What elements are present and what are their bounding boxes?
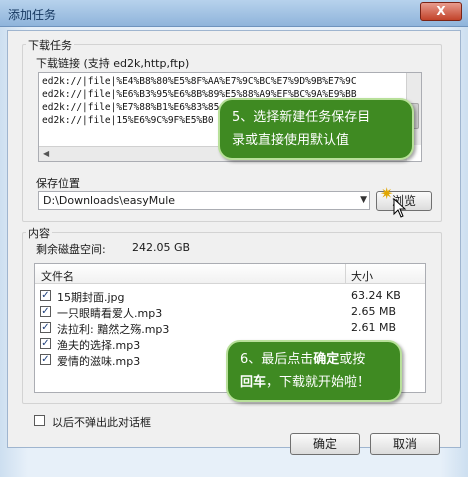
file-row[interactable]: ✓ 15期封面.jpg 63.24 KB [35,288,425,304]
file-checkbox[interactable]: ✓ [40,290,51,301]
mouse-cursor-icon [393,198,407,218]
save-path-combobox[interactable]: D:\Downloads\easyMule ▼ [38,191,370,210]
file-row[interactable]: ✓ 法拉利: 黯然之殇.mp3 2.61 MB [35,320,425,336]
free-space-label: 剩余磁盘空间: [34,241,108,257]
column-header-name[interactable]: 文件名 [41,268,74,284]
step6-bold-ok: 确定 [313,352,340,367]
file-checkbox[interactable]: ✓ [40,322,51,333]
title-bar: 添加任务 X [0,0,468,27]
step5-line1: 5、选择新建任务保存目 [232,110,371,125]
click-highlight-icon: ✷ [380,184,394,203]
file-checkbox[interactable]: ✓ [40,354,51,365]
file-checkbox[interactable]: ✓ [40,338,51,349]
column-divider[interactable] [345,264,346,284]
file-size: 2.61 MB [351,321,397,334]
dont-show-checkbox[interactable] [34,415,45,426]
step6-text-a: 6、最后点击 [240,352,314,367]
ok-button[interactable]: 确定 [290,433,360,455]
step6-annotation: 6、最后点击确定或按 回车，下载就开始啦！ [226,340,402,402]
dont-show-label[interactable]: 以后不弹出此对话框 [50,414,153,430]
file-size: 2.65 MB [351,305,397,318]
step6-line2: 回车，下载就开始啦！ [240,371,388,394]
step5-line2: 录或直接使用默认值 [232,133,350,148]
column-header-size[interactable]: 大小 [351,268,373,284]
step5-annotation: 5、选择新建任务保存目 录或直接使用默认值 [218,98,414,160]
url-label: 下载链接 (支持 ed2k,http,ftp) [34,55,192,71]
file-name: 渔夫的选择.mp3 [57,339,141,352]
file-checkbox[interactable]: ✓ [40,306,51,317]
save-path-value: D:\Downloads\easyMule [43,194,176,207]
chevron-down-icon[interactable]: ▼ [360,192,367,209]
file-list-header: 文件名 大小 [35,264,425,284]
cancel-button[interactable]: 取消 [370,433,440,455]
file-name: 法拉利: 黯然之殇.mp3 [57,323,170,336]
file-name: 爱情的滋味.mp3 [57,355,141,368]
step6-text-b: 或按 [339,352,366,367]
step6-bold-enter: 回车 [240,375,267,390]
step6-text-c: ，下载就开始啦！ [266,375,371,390]
free-space-value: 242.05 GB [130,241,193,254]
file-name: 15期封面.jpg [57,291,125,304]
window-title: 添加任务 [8,8,57,22]
save-location-label: 保存位置 [34,175,82,191]
file-row[interactable]: ✓ 一只眼睛看爱人.mp3 2.65 MB [35,304,425,320]
url-line: ed2k://|file|15%E6%9C%9F%E5%B0 [42,115,214,126]
step6-line1: 6、最后点击确定或按 [240,348,388,371]
content-legend: 内容 [26,225,52,241]
url-line: ed2k://|file|%E7%88%B1%E6%83%85 [42,102,220,113]
scroll-left-icon[interactable]: ◀ [43,149,49,158]
file-size: 63.24 KB [351,289,401,302]
close-button[interactable]: X [420,2,462,21]
file-name: 一只眼睛看爱人.mp3 [57,307,163,320]
url-line: ed2k://|file|%E4%B8%80%E5%8F%AA%E7%9C%BC… [42,76,357,87]
download-task-legend: 下载任务 [26,37,74,53]
